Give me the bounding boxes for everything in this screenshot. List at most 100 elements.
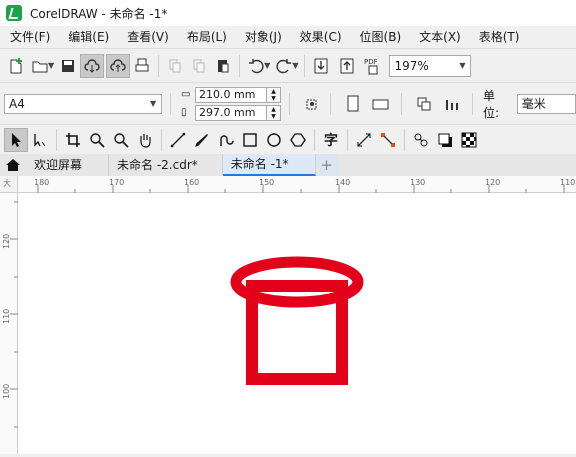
blend-tool-icon[interactable] — [409, 128, 433, 152]
zoom-level-value: 197% — [394, 58, 429, 73]
import-icon[interactable] — [309, 54, 333, 78]
ruler-corner[interactable]: 大 — [0, 176, 18, 193]
portrait-icon[interactable] — [341, 92, 365, 116]
tab-untitled-2[interactable]: 未命名 -2.cdr* — [109, 154, 223, 176]
height-icon: ▯ — [181, 107, 187, 118]
tab-untitled-1[interactable]: 未命名 -1* — [222, 154, 316, 176]
toolbar-separator — [56, 128, 57, 151]
chevron-down-icon: ▼ — [149, 99, 157, 108]
shape-tool-icon[interactable] — [28, 128, 52, 152]
dimension-tool-icon[interactable] — [352, 128, 376, 152]
toolbar-separator — [330, 92, 332, 115]
coreldraw-logo-icon — [6, 5, 22, 21]
freehand-tool-icon[interactable] — [166, 128, 190, 152]
artistic-media-tool-icon[interactable] — [190, 128, 214, 152]
standard-toolbar: ▼ ▼ ▼ PDF 197% ▼ — [0, 48, 576, 82]
zoom-level-select[interactable]: 197% ▼ — [389, 54, 472, 77]
page-dimensions: ▭ 210.0 mm ▲ ▼ ▯ 297.0 mm ▲ ▼ — [181, 86, 282, 121]
current-page-icon[interactable] — [440, 92, 464, 116]
save-icon[interactable] — [56, 54, 80, 78]
pan-tool-icon[interactable] — [133, 128, 157, 152]
toolbar-separator — [170, 92, 172, 115]
h-ruler-label-160: 160 — [184, 178, 199, 187]
page-height-field[interactable]: 297.0 mm — [195, 104, 268, 121]
bezier-tool-icon[interactable] — [214, 128, 238, 152]
print-icon[interactable] — [130, 54, 154, 78]
title-bar: CorelDRAW - 未命名 -1* — [0, 0, 576, 26]
add-tab-button[interactable]: + — [315, 154, 338, 176]
height-stepper[interactable]: ▲ ▼ — [267, 104, 282, 121]
h-ruler-label-180: 180 — [34, 178, 49, 187]
landscape-icon[interactable] — [369, 92, 393, 116]
v-ruler-label-100: 100 — [2, 384, 11, 399]
cut-icon[interactable] — [163, 54, 187, 78]
toolbar-separator — [347, 128, 348, 151]
menu-object[interactable]: 对象(J) — [241, 26, 286, 48]
toolbar-separator — [401, 92, 403, 115]
zoom-out-tool-icon[interactable] — [109, 128, 133, 152]
v-ruler-label-120: 120 — [2, 234, 11, 249]
vertical-ruler[interactable]: 120 110 100 — [0, 193, 18, 454]
width-stepper[interactable]: ▲ ▼ — [267, 86, 282, 103]
menu-bitmaps[interactable]: 位图(B) — [356, 26, 406, 48]
text-tool-icon[interactable]: 字 — [319, 128, 343, 152]
window-title: CorelDRAW - 未命名 -1* — [30, 6, 168, 21]
pick-tool-icon[interactable] — [4, 127, 28, 152]
toolbar-separator — [158, 54, 160, 77]
pdf-label: PDF — [364, 58, 378, 66]
h-ruler-label-170: 170 — [109, 178, 124, 187]
unit-value: 毫米 — [521, 97, 546, 111]
toolbar-separator — [314, 128, 315, 151]
toolbar-separator — [404, 128, 405, 151]
toolbar-separator — [161, 128, 162, 151]
width-icon: ▭ — [181, 89, 191, 100]
drop-shadow-tool-icon[interactable] — [433, 128, 457, 152]
export-icon[interactable] — [335, 54, 359, 78]
toolbar-separator — [289, 92, 291, 115]
menu-table[interactable]: 表格(T) — [475, 26, 524, 48]
menu-text[interactable]: 文本(X) — [415, 26, 465, 48]
pdf-icon[interactable]: PDF — [361, 54, 385, 78]
ellipse-tool-icon[interactable] — [262, 128, 286, 152]
drawing-objects — [230, 256, 364, 385]
menu-effects[interactable]: 效果(C) — [296, 26, 346, 48]
cloud-download-icon[interactable] — [80, 53, 105, 78]
bleed-icon[interactable] — [300, 92, 324, 116]
vertical-ruler-ticks — [10, 201, 18, 428]
rectangle-tool-icon[interactable] — [238, 128, 262, 152]
crop-tool-icon[interactable] — [61, 128, 85, 152]
drawing-canvas[interactable] — [18, 193, 576, 454]
menu-file[interactable]: 文件(F) — [6, 26, 54, 48]
cloud-upload-icon[interactable] — [106, 53, 131, 78]
transparency-tool-icon[interactable] — [457, 128, 481, 152]
polygon-tool-icon[interactable] — [286, 128, 310, 152]
unit-label: 单位: — [483, 88, 500, 120]
all-pages-icon[interactable] — [412, 92, 436, 116]
page-size-value: A4 — [9, 96, 25, 111]
new-document-icon[interactable] — [4, 54, 28, 78]
v-ruler-label-110: 110 — [2, 309, 11, 324]
paste-icon[interactable] — [211, 54, 235, 78]
page-size-select[interactable]: A4 ▼ — [4, 93, 163, 114]
text-tool-glyph: 字 — [324, 132, 338, 149]
horizontal-ruler[interactable]: 180 170 160 150 140 130 120 110 — [18, 176, 576, 193]
toolbar-separator — [472, 92, 474, 115]
unit-select[interactable]: 毫米 — [516, 93, 576, 114]
page-width-field[interactable]: 210.0 mm — [195, 86, 268, 103]
document-tab-bar: 欢迎屏幕 未命名 -2.cdr* 未命名 -1* + — [0, 154, 576, 176]
home-icon[interactable] — [0, 154, 26, 176]
menu-layout[interactable]: 布局(L) — [183, 26, 231, 48]
redo-dropdown-icon[interactable]: ▼ — [292, 61, 298, 70]
undo-dropdown-icon[interactable]: ▼ — [264, 61, 270, 70]
h-ruler-label-150: 150 — [259, 178, 274, 187]
tab-welcome-screen[interactable]: 欢迎屏幕 — [26, 154, 110, 176]
zoom-tool-icon[interactable] — [85, 128, 109, 152]
property-bar: A4 ▼ ▭ 210.0 mm ▲ ▼ ▯ 297.0 mm ▲ ▼ 单位: 毫米 — [0, 82, 576, 124]
open-dropdown-icon[interactable]: ▼ — [48, 61, 54, 70]
copy-icon[interactable] — [187, 54, 211, 78]
menu-edit[interactable]: 编辑(E) — [64, 26, 113, 48]
tools-toolbar: 字 — [0, 124, 576, 154]
connector-tool-icon[interactable] — [376, 128, 400, 152]
h-ruler-label-120: 120 — [485, 178, 500, 187]
menu-view[interactable]: 查看(V) — [123, 26, 173, 48]
